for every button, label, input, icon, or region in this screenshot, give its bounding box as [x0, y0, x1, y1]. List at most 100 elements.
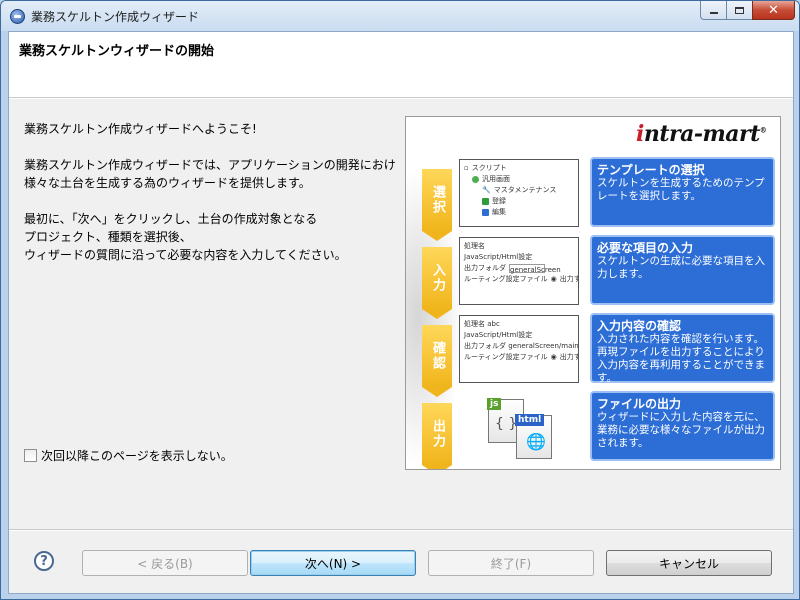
form-row: ルーティング設定ファイル◉出力する: [464, 274, 578, 285]
minimize-icon: [709, 12, 718, 14]
step-title: 入力内容の確認: [597, 319, 682, 333]
form-label: 出力する: [559, 275, 578, 283]
step-box-input: 必要な項目の入力 スケルトンの生成に必要な項目を入力します。: [590, 235, 775, 305]
step-box-confirm: 入力内容の確認 入力された内容を確認を行います。再現ファイルを出力することにより…: [590, 313, 775, 384]
stage-select: 選択: [422, 169, 452, 241]
instruction-text: 最初に、「次へ」をクリックし、土台の作成対象となる プロジェクト、種類を選択後、…: [24, 210, 396, 264]
description-line: 様々な土台を生成する為のウィザードを提供します。: [24, 176, 311, 190]
tree-item-label: スクリプト: [471, 164, 507, 172]
step-title: ファイルの出力: [597, 397, 682, 411]
confirm-label: 出力フォルダ generalScreen/maintenance: [464, 342, 579, 350]
wizard-client-area: 業務スケルトンウィザードの開始 業務スケルトン作成ウィザードへようこそ! 業務ス…: [8, 31, 794, 594]
app-icon: [10, 9, 25, 24]
cancel-button[interactable]: キャンセル: [606, 550, 772, 576]
radio-icon: ◉: [550, 275, 557, 283]
tree-item: ▫ スクリプト: [464, 163, 574, 174]
form-row: 処理名: [464, 241, 574, 252]
form-row: JavaScript/Html設定: [464, 252, 574, 263]
maximize-icon: [735, 6, 744, 14]
wizard-body: 業務スケルトン作成ウィザードへようこそ! 業務スケルトン作成ウィザードでは、アプ…: [9, 99, 793, 529]
tree-item: 登録: [464, 196, 574, 207]
stage-label: 確認: [430, 341, 445, 371]
confirm-row: 出力フォルダ generalScreen/maintenance: [464, 341, 578, 352]
tree-item-label: 編集: [492, 208, 506, 216]
form-field: generalScreen: [509, 264, 561, 274]
window-title: 業務スケルトン作成ウィザード: [31, 10, 200, 24]
page-title: 業務スケルトンウィザードの開始: [19, 44, 215, 59]
description-line: 業務スケルトン作成ウィザードでは、アプリケーションの開発におけ: [24, 158, 396, 172]
stage-label: 出力: [430, 419, 445, 449]
close-button[interactable]: ✕: [752, 1, 795, 20]
caption-buttons: ✕: [700, 1, 795, 21]
confirm-label: 処理名 abc: [464, 320, 500, 328]
confirm-row: 処理名 abc: [464, 319, 574, 330]
stage-confirm: 確認: [422, 325, 452, 397]
template-tree-preview: ▫ スクリプト 汎用画面 🔧 マスタメンテナンス 登録 編集: [459, 159, 579, 227]
form-label: JavaScript/Html設定: [464, 253, 533, 261]
leaf-icon: [472, 176, 479, 183]
instruction-line: プロジェクト、種類を選択後、: [24, 230, 192, 244]
dont-show-again-label: 次回以降このページを表示しない。: [41, 449, 233, 463]
html-file-icon: html 🌐: [515, 414, 552, 459]
form-field-value: generalScreen: [510, 266, 561, 274]
tree-item-label: マスタメンテナンス: [493, 186, 557, 194]
intra-mart-logo: intra-mart®: [636, 121, 767, 147]
title-bar[interactable]: 業務スケルトン作成ウィザード ✕: [1, 1, 799, 31]
step-title: 必要な項目の入力: [597, 241, 694, 255]
tree-item: 編集: [464, 207, 574, 218]
js-tag: js: [487, 398, 502, 410]
add-icon: [482, 198, 489, 205]
step-text: ウィザードに入力した内容を元に、業務に必要な様々なファイルが出力されます。: [597, 411, 765, 449]
help-icon: ?: [40, 553, 48, 569]
footer-divider-highlight: [9, 530, 793, 531]
tree-item-label: 汎用画面: [482, 175, 510, 183]
tree-item: 汎用画面: [464, 174, 574, 185]
finish-button[interactable]: 終了(F): [428, 550, 594, 576]
instruction-line: ウィザードの質問に沿って必要な内容を入力してください。: [24, 248, 347, 262]
form-label: 出力フォルダ: [464, 264, 506, 272]
wizard-header: 業務スケルトンウィザードの開始: [9, 32, 793, 98]
next-button[interactable]: 次へ(N) >: [250, 550, 416, 576]
step-box-template: テンプレートの選択 スケルトンを生成するためのテンプレートを選択します。: [590, 157, 775, 227]
radio-icon: ◉: [550, 353, 557, 361]
stage-label: 入力: [430, 263, 445, 293]
tree-item: 🔧 マスタメンテナンス: [464, 185, 574, 196]
folder-icon: ▫: [464, 164, 469, 172]
step-text: スケルトンを生成するためのテンプレートを選択します。: [597, 177, 765, 202]
globe-icon: 🌐: [526, 432, 546, 451]
stage-label: 選択: [430, 185, 445, 215]
tree-item-label: 登録: [492, 197, 506, 205]
description-text: 業務スケルトン作成ウィザードでは、アプリケーションの開発におけ 様々な土台を生成…: [24, 156, 396, 192]
confirm-label: JavaScript/Html設定: [464, 331, 533, 339]
step-title: テンプレートの選択: [597, 163, 705, 177]
confirm-preview: 処理名 abc JavaScript/Html設定 出力フォルダ general…: [459, 315, 579, 383]
logo-text: ntra-mart: [643, 121, 760, 147]
dont-show-again-option[interactable]: 次回以降このページを表示しない。: [24, 447, 233, 464]
wizard-window: 業務スケルトン作成ウィザード ✕ 業務スケルトンウィザードの開始 業務スケルトン…: [0, 0, 800, 600]
brace-icon: { }: [495, 416, 518, 432]
confirm-row: ルーティング設定ファイル◉出力する: [464, 352, 578, 363]
step-box-output: ファイルの出力 ウィザードに入力した内容を元に、業務に必要な様々なファイルが出力…: [590, 391, 775, 461]
back-button[interactable]: < 戻る(B): [82, 550, 248, 576]
minimize-button[interactable]: [700, 1, 726, 20]
wrench-icon: 🔧: [482, 186, 491, 194]
help-button[interactable]: ?: [34, 551, 54, 571]
form-row: 出力フォルダ generalScreen: [464, 263, 574, 274]
maximize-button[interactable]: [726, 1, 752, 20]
dont-show-again-checkbox[interactable]: [24, 449, 37, 462]
step-text: スケルトンの生成に必要な項目を入力します。: [597, 255, 765, 280]
instruction-line: 最初に、「次へ」をクリックし、土台の作成対象となる: [24, 212, 318, 226]
stage-output: 出力: [422, 403, 452, 469]
welcome-text: 業務スケルトン作成ウィザードへようこそ!: [24, 122, 257, 136]
stage-input: 入力: [422, 247, 452, 319]
form-label: 処理名: [464, 242, 485, 250]
html-tag: html: [515, 414, 545, 426]
confirm-label: 出力する: [559, 353, 578, 361]
form-label: ルーティング設定ファイル: [464, 275, 548, 283]
confirm-label: ルーティング設定ファイル: [464, 353, 548, 361]
confirm-row: JavaScript/Html設定: [464, 330, 574, 341]
registered-mark: ®: [759, 125, 767, 135]
close-icon: ✕: [768, 2, 779, 18]
step-text: 入力された内容を確認を行います。再現ファイルを出力することにより入力内容を再利用…: [597, 333, 765, 384]
input-form-preview: 処理名 JavaScript/Html設定 出力フォルダ generalScree…: [459, 237, 579, 305]
